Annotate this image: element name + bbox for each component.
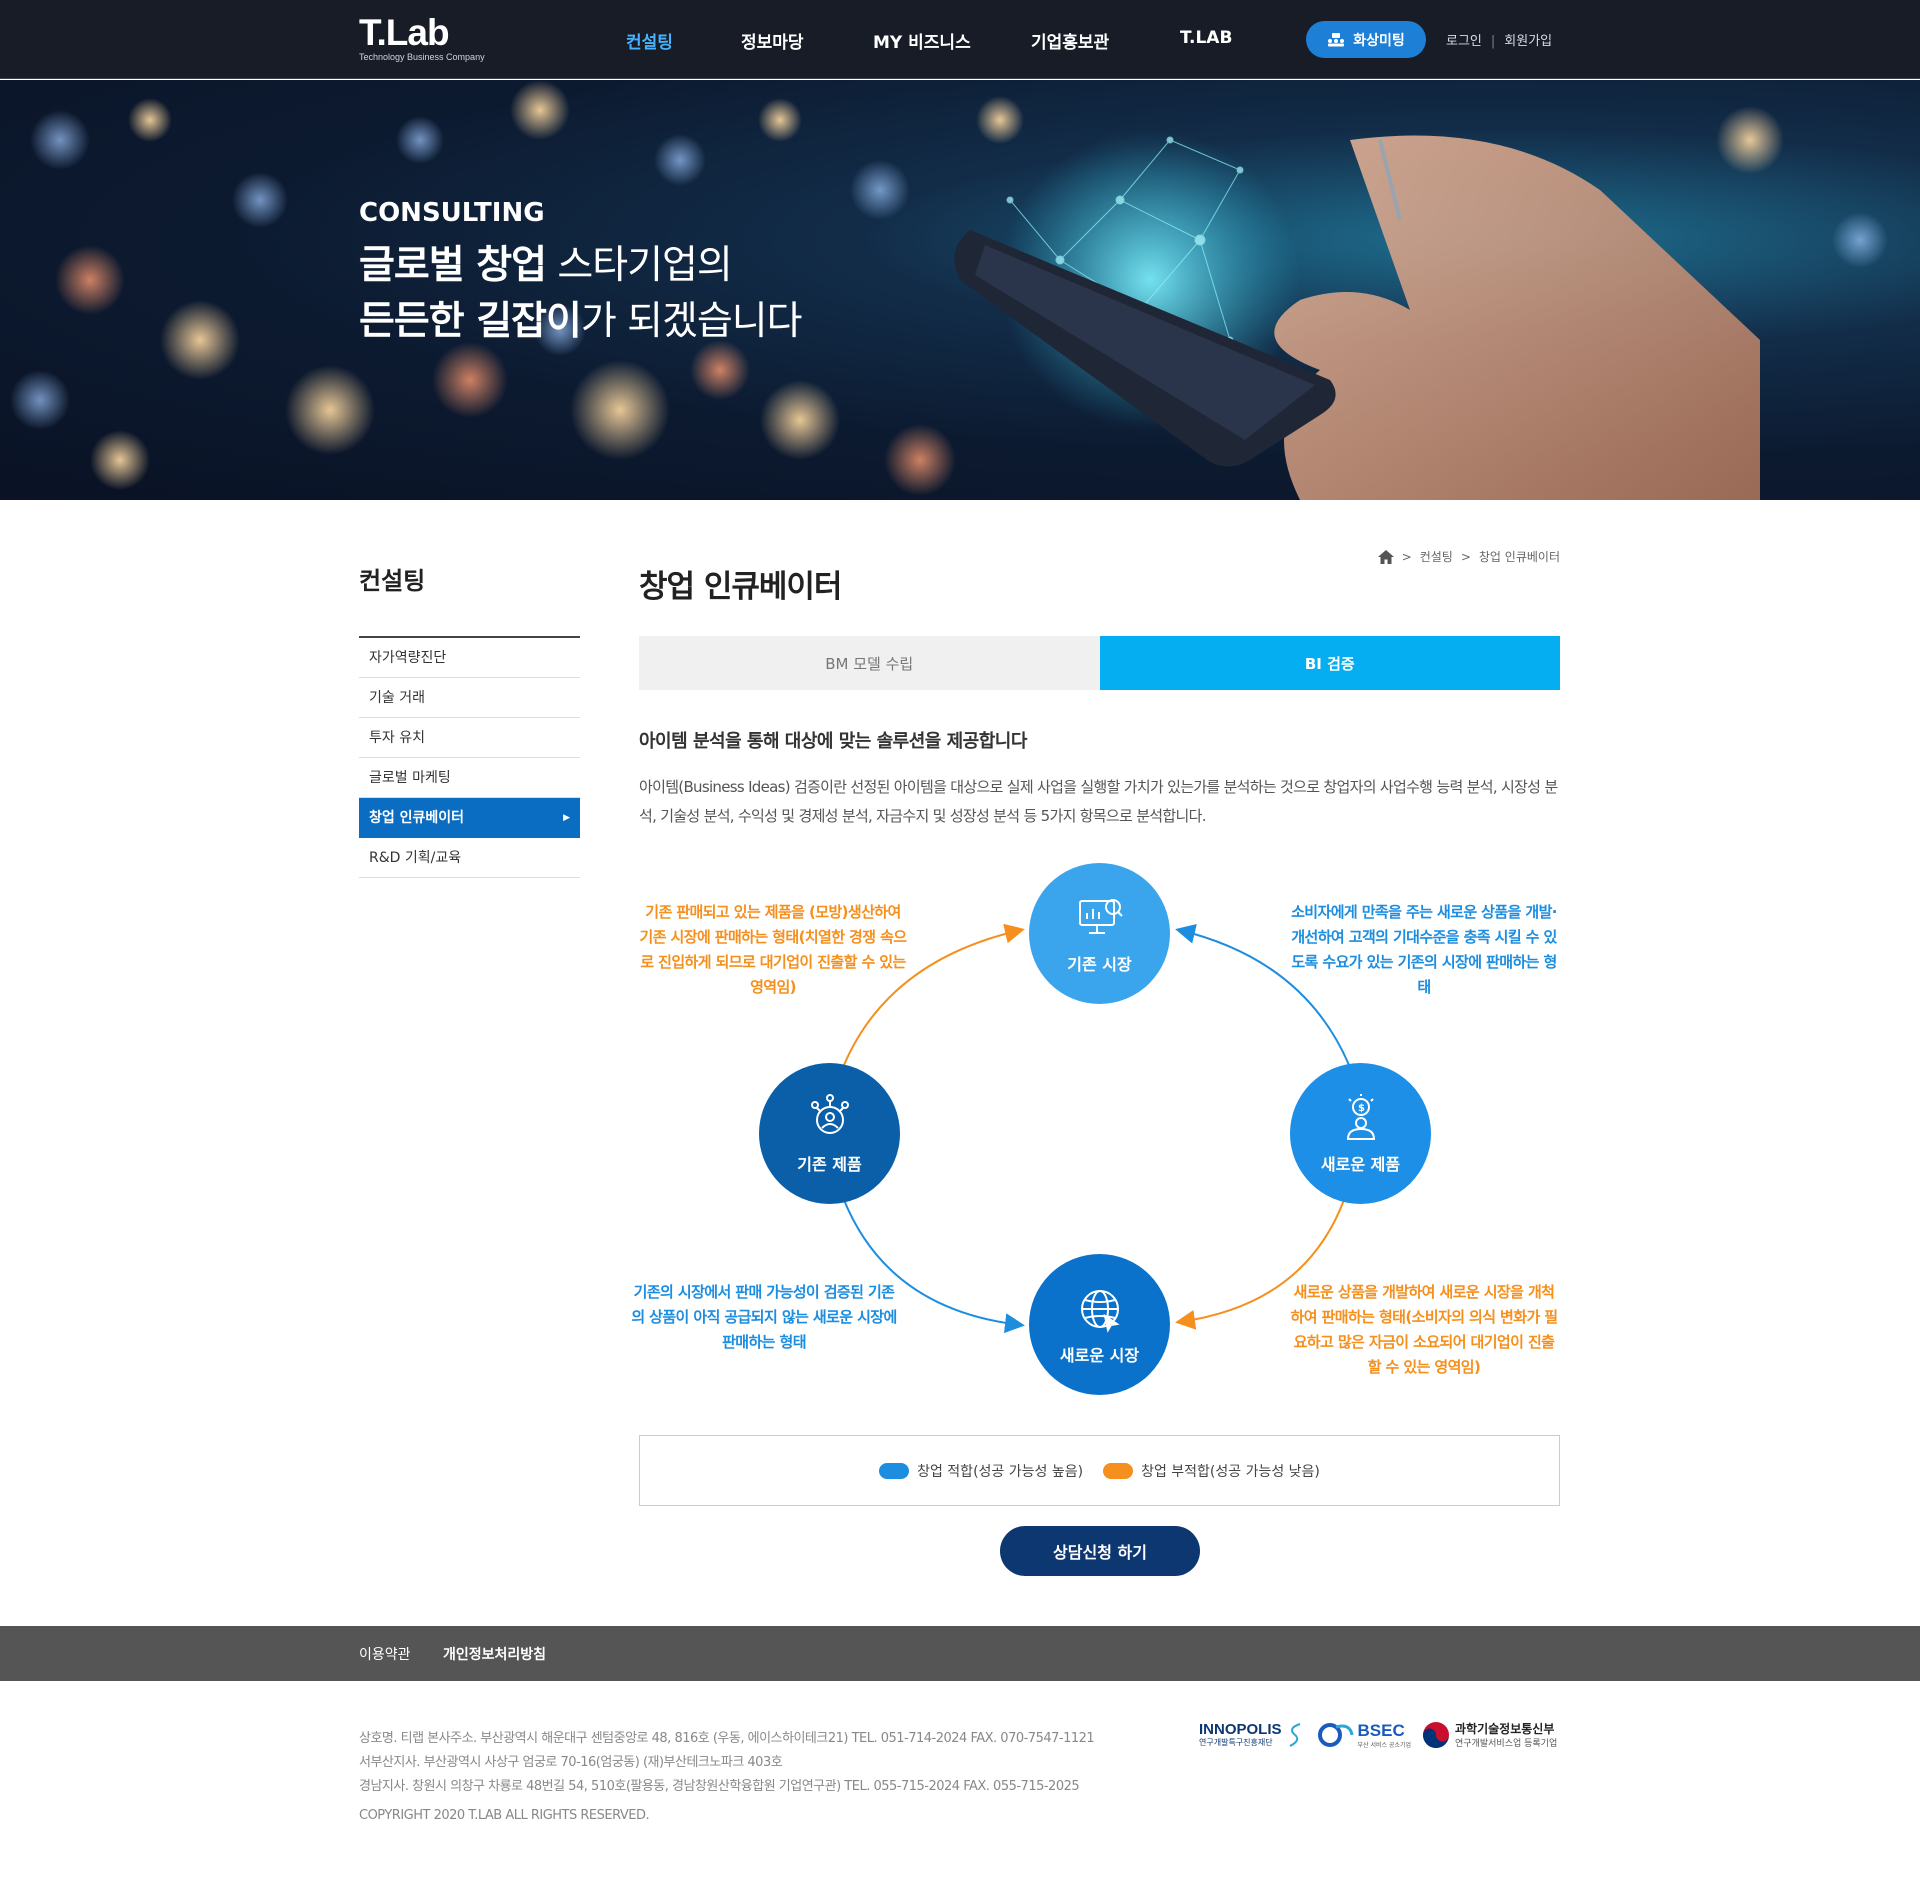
nav-my-business[interactable]: MY 비즈니스 (873, 28, 971, 53)
gear-person-icon (810, 1093, 849, 1134)
node-label: 새로운 시장 (1059, 1345, 1140, 1365)
sidebar-item-label: 투자 유치 (369, 730, 425, 746)
partner-logos: INNOPOLIS 연구개발특구진흥재단 BSEC 부산 서비스 공소기업 과학… (1199, 1720, 1557, 1750)
legend-swatch-blue (879, 1462, 910, 1479)
hero-title: 글로벌 창업 스타기업의 든든한 길잡이가 되겠습니다 (359, 238, 803, 350)
sidebar-title: 컨설팅 (359, 567, 426, 595)
node-label: 기존 제품 (797, 1154, 862, 1174)
msit-sub: 연구개발서비스업 등록기업 (1455, 1738, 1558, 1749)
caret-right-icon: ▶ (563, 813, 570, 823)
logo[interactable]: T.Lab Technology Business Company (359, 12, 485, 63)
video-meeting-label: 화상미팅 (1353, 32, 1405, 49)
hero-line2-rest: 가 되겠습니다 (580, 299, 803, 344)
footer-info-line: 경남지사. 창원시 의창구 차룡로 48번길 54, 510호(팔용동, 경남창… (359, 1779, 1080, 1794)
meeting-icon (1328, 32, 1345, 46)
breadcrumb-item[interactable]: 컨설팅 (1420, 548, 1453, 565)
hero-banner: CONSULTING 글로벌 창업 스타기업의 든든한 길잡이가 되겠습니다 (0, 80, 1920, 500)
node-label: 기존 시장 (1067, 954, 1132, 974)
footer-info-line: 서부산지사. 부산광역시 사상구 엄궁로 70-16(엄궁동) (재)부산테크노… (359, 1755, 783, 1770)
signup-link[interactable]: 회원가입 (1504, 34, 1552, 49)
node-existing-market: 기존 시장 (1029, 863, 1170, 1004)
msit-logo: 과학기술정보통신부 연구개발서비스업 등록기업 (1421, 1720, 1557, 1750)
page-title: 창업 인큐베이터 (639, 569, 842, 605)
nav-info[interactable]: 정보마당 (741, 28, 804, 53)
sidebar-item-label: 자가역량진단 (369, 650, 447, 666)
legend-label: 창업 적합(성공 가능성 높음) (917, 1463, 1084, 1480)
note-new-product-existing-market: 소비자에게 만족을 주는 새로운 상품을 개발·개선하여 고객의 기대수준을 충… (1291, 903, 1557, 996)
bi-matrix-diagram: 기존 시장 기존 제품 $ 새로운 제품 새로운 시장 기존 판매되고 있는 제… (631, 860, 1560, 1400)
sidebar-item-label: 창업 인큐베이터 (369, 810, 465, 826)
node-label: 새로운 제품 (1320, 1154, 1401, 1174)
note-new-product-new-market: 새로운 상품을 개발하여 새로운 시장을 개척하여 판매하는 형태(소비자의 의… (1290, 1283, 1559, 1376)
sidebar-item-self-diagnosis[interactable]: 자가역량진단 (359, 638, 580, 678)
util-divider: | (1490, 34, 1496, 49)
innopolis-swirl-icon (1289, 1723, 1300, 1747)
footer-company-info: 상호명. 티랩 본사주소. 부산광역시 해운대구 센텀중앙로 48, 816호 … (359, 1727, 1095, 1799)
login-link[interactable]: 로그인 (1446, 34, 1482, 49)
sidebar-item-label: R&D 기획/교육 (369, 850, 462, 866)
hero-line1-rest: 스타기업의 (545, 243, 732, 288)
breadcrumb-sep: > (1401, 549, 1412, 564)
section-description: 아이템(Business Ideas) 검증이란 선정된 아이템을 대상으로 실… (639, 778, 1558, 825)
footer-info-line: 상호명. 티랩 본사주소. 부산광역시 해운대구 센텀중앙로 48, 816호 … (359, 1731, 1095, 1746)
hero-line1-bold: 글로벌 창업 (359, 243, 547, 288)
idea-person-icon: $ (1346, 1093, 1375, 1140)
breadcrumb-sep: > (1460, 549, 1471, 564)
logo-text: T.Lab (359, 12, 450, 53)
globe-icon (1080, 1289, 1120, 1333)
home-icon[interactable] (1377, 549, 1394, 564)
monitor-chart-icon (1078, 898, 1123, 934)
node-new-market: 새로운 시장 (1029, 1254, 1170, 1395)
sidebar-menu: 자가역량진단 기술 거래 투자 유치 글로벌 마케팅 창업 인큐베이터 ▶ R&D… (359, 636, 580, 878)
note-existing-product-existing-market: 기존 판매되고 있는 제품을 (모방)생산하여 기존 시장에 판매하는 형태(치… (639, 903, 908, 996)
breadcrumb-item-current: 창업 인큐베이터 (1478, 550, 1560, 564)
sidebar-item-incubator[interactable]: 창업 인큐베이터 ▶ (359, 798, 580, 838)
nav-consulting[interactable]: 컨설팅 (626, 28, 673, 53)
innopolis-logo: INNOPOLIS 연구개발특구진흥재단 (1199, 1722, 1306, 1748)
node-existing-product: 기존 제품 (759, 1063, 900, 1204)
breadcrumb: > 컨설팅 > 창업 인큐베이터 (1377, 548, 1560, 565)
legend-label: 창업 부적합(성공 가능성 낮음) (1141, 1463, 1320, 1480)
svg-text:$: $ (1358, 1103, 1365, 1114)
utility-links: 로그인 | 회원가입 (1446, 30, 1552, 49)
hero-line2-bold: 든든한 길잡이 (359, 299, 582, 344)
top-header: T.Lab Technology Business Company 컨설팅 정보… (0, 0, 1920, 79)
bsec-logo: BSEC 부산 서비스 공소기업 (1316, 1720, 1412, 1749)
hero-eyebrow: CONSULTING (359, 198, 545, 228)
taegeuk-icon (1423, 1722, 1450, 1748)
legend-item-suitable: 창업 적합(성공 가능성 높음) (879, 1461, 1083, 1481)
sidebar-item-label: 기술 거래 (369, 690, 425, 706)
bsec-name: BSEC (1357, 1720, 1405, 1740)
sidebar-item-rnd[interactable]: R&D 기획/교육 (359, 838, 580, 878)
tab-bi-verification[interactable]: BI 검증 (1099, 636, 1560, 690)
tab-bm-model[interactable]: BM 모델 수립 (639, 636, 1100, 690)
nav-company-pr[interactable]: 기업홍보관 (1031, 28, 1109, 53)
logo-subtext: Technology Business Company (359, 52, 485, 62)
nav-tlab[interactable]: T.LAB (1180, 28, 1232, 48)
innopolis-sub: 연구개발특구진흥재단 (1199, 1738, 1273, 1747)
node-new-product: $ 새로운 제품 (1290, 1063, 1431, 1204)
video-meeting-button[interactable]: 화상미팅 (1306, 21, 1426, 58)
sidebar-item-tech-trade[interactable]: 기술 거래 (359, 678, 580, 718)
bsec-ring-icon (1317, 1723, 1353, 1747)
terms-link[interactable]: 이용약관 (359, 1644, 411, 1664)
innopolis-name: INNOPOLIS (1199, 1721, 1282, 1738)
hero-background (10, 80, 1888, 500)
sidebar-item-investment[interactable]: 투자 유치 (359, 718, 580, 758)
diagram-legend: 창업 적합(성공 가능성 높음) 창업 부적합(성공 가능성 낮음) (639, 1435, 1560, 1506)
consultation-request-button[interactable]: 상담신청 하기 (1000, 1526, 1200, 1576)
msit-name: 과학기술정보통신부 (1455, 1721, 1555, 1736)
privacy-policy-link[interactable]: 개인정보처리방침 (443, 1644, 546, 1664)
note-existing-product-new-market: 기존의 시장에서 판매 가능성이 검증된 기존의 상품이 아직 공급되지 않는 … (631, 1283, 897, 1351)
legend-swatch-orange (1103, 1462, 1134, 1479)
legend-item-unsuitable: 창업 부적합(성공 가능성 낮음) (1103, 1461, 1320, 1481)
section-lead: 아이템 분석을 통해 대상에 맞는 솔루션을 제공합니다 (639, 731, 1027, 752)
tab-bar: BM 모델 수립 BI 검증 (639, 636, 1560, 690)
sidebar-item-global-marketing[interactable]: 글로벌 마케팅 (359, 758, 580, 798)
copyright: COPYRIGHT 2020 T.LAB ALL RIGHTS RESERVED… (359, 1808, 650, 1823)
bsec-sub: 부산 서비스 공소기업 (1357, 1741, 1412, 1749)
sidebar-item-label: 글로벌 마케팅 (369, 770, 451, 786)
footer-links-bar: 이용약관 개인정보처리방침 (0, 1626, 1920, 1681)
